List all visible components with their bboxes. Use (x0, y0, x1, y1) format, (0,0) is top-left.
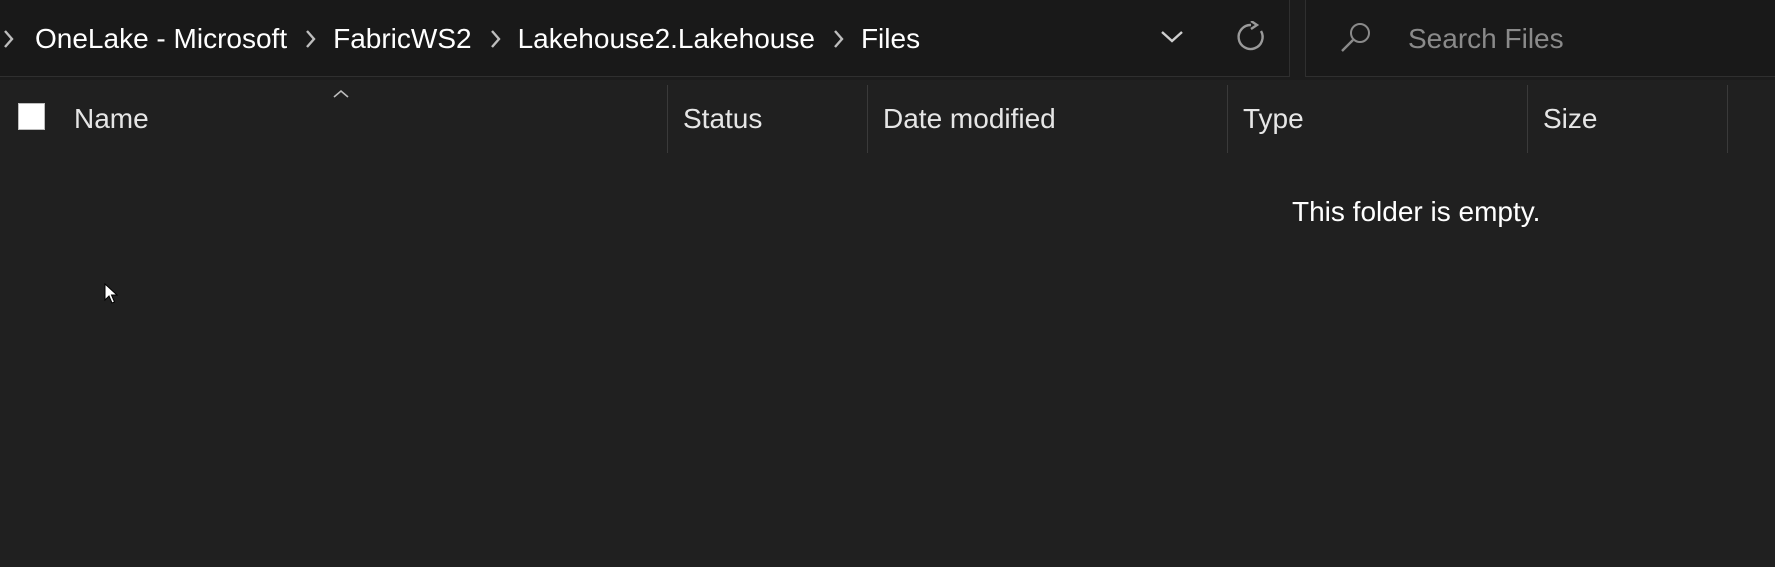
column-header-date-modified[interactable]: Date modified (883, 85, 1226, 153)
refresh-button[interactable] (1226, 14, 1276, 64)
column-header-size[interactable]: Size (1543, 85, 1726, 153)
column-header-size-label: Size (1543, 103, 1598, 134)
empty-folder-message: This folder is empty. (1292, 196, 1541, 227)
breadcrumb-item-files[interactable]: Files (852, 23, 929, 55)
column-header-name-label: Name (74, 103, 149, 134)
address-history-button[interactable] (1148, 14, 1196, 64)
breadcrumb-item-lakehouse2[interactable]: Lakehouse2.Lakehouse (509, 23, 824, 55)
column-header-row: Name Status Date modified Type Size (0, 85, 1775, 153)
chevron-right-icon[interactable] (296, 0, 324, 77)
search-icon (1338, 20, 1374, 61)
breadcrumb: OneLake - Microsoft FabricWS2 Lakehouse2… (0, 0, 929, 77)
column-divider[interactable] (667, 85, 668, 153)
column-divider[interactable] (1727, 85, 1728, 153)
mouse-cursor-icon (104, 282, 119, 310)
column-header-type[interactable]: Type (1243, 85, 1526, 153)
column-header-name[interactable]: Name (74, 85, 668, 153)
chevron-right-icon[interactable] (824, 0, 852, 77)
column-header-type-label: Type (1243, 103, 1304, 134)
navigation-bar: OneLake - Microsoft FabricWS2 Lakehouse2… (0, 0, 1775, 80)
address-bar[interactable]: OneLake - Microsoft FabricWS2 Lakehouse2… (0, 0, 1290, 77)
select-all-checkbox[interactable] (18, 103, 45, 130)
search-box[interactable] (1305, 0, 1775, 77)
chevron-right-icon[interactable] (481, 0, 509, 77)
column-header-status[interactable]: Status (683, 85, 867, 153)
breadcrumb-item-fabricws2[interactable]: FabricWS2 (324, 23, 480, 55)
column-divider[interactable] (1527, 85, 1528, 153)
search-input[interactable] (1406, 18, 1760, 60)
column-divider[interactable] (867, 85, 868, 153)
column-header-status-label: Status (683, 103, 763, 134)
column-divider[interactable] (1227, 85, 1228, 153)
refresh-icon (1235, 19, 1267, 58)
breadcrumb-item-onelake[interactable]: OneLake - Microsoft (26, 23, 296, 55)
chevron-right-icon[interactable] (0, 0, 26, 77)
chevron-down-icon (1159, 29, 1185, 50)
column-header-date-modified-label: Date modified (883, 103, 1056, 134)
